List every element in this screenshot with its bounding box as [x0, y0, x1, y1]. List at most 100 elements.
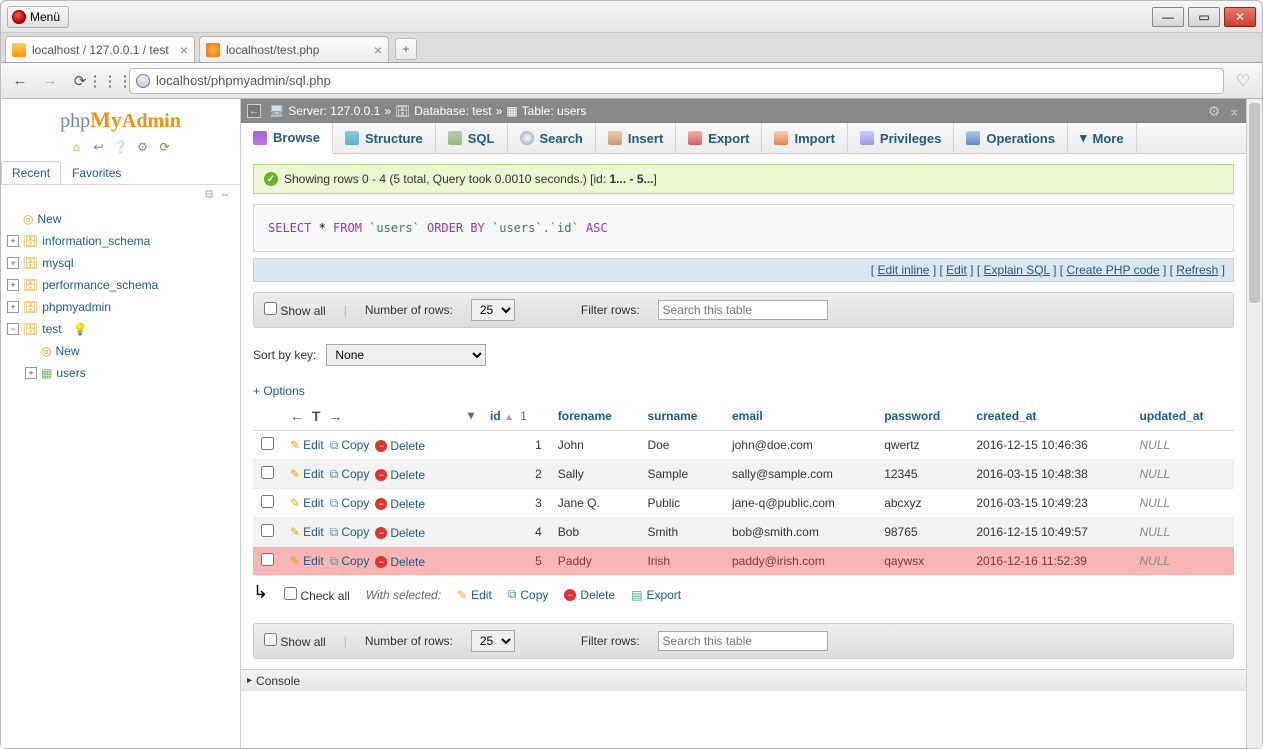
show-all-checkbox[interactable]: Show all: [264, 633, 326, 649]
row-delete-button[interactable]: −Delete: [375, 526, 425, 540]
sort-indicator-icon[interactable]: ▾: [468, 408, 474, 422]
expand-icon[interactable]: +: [7, 301, 19, 313]
expand-icon[interactable]: +: [7, 235, 19, 247]
tab-search[interactable]: Search: [508, 123, 596, 153]
tree-db-item[interactable]: +🗄information_schema: [7, 230, 232, 252]
table-row[interactable]: ✎Edit⧉Copy−Delete5PaddyIrishpaddy@irish.…: [253, 547, 1234, 576]
console-toggle-icon[interactable]: ▸: [247, 675, 252, 686]
tab-sql[interactable]: SQL: [436, 123, 508, 153]
nrows-select[interactable]: 25: [471, 299, 515, 321]
breadcrumb-server[interactable]: Server: 127.0.0.1: [288, 104, 380, 118]
sidebar-tab-recent[interactable]: Recent: [1, 161, 61, 184]
tab-browse[interactable]: Browse: [241, 123, 333, 154]
nrows-select[interactable]: 25: [471, 630, 515, 652]
link-edit[interactable]: Edit: [946, 263, 967, 277]
scrollbar-thumb[interactable]: [1249, 103, 1260, 303]
tab-close-icon[interactable]: ×: [374, 42, 382, 58]
tree-db-item[interactable]: +🗄phpmyadmin: [7, 296, 232, 318]
row-copy-button[interactable]: ⧉Copy: [330, 467, 370, 482]
col-id[interactable]: id▲ 1: [482, 402, 550, 431]
browser-tab[interactable]: localhost/test.php ×: [199, 36, 389, 62]
page-settings-icon[interactable]: ⚙: [1208, 103, 1221, 120]
row-edit-button[interactable]: ✎Edit: [290, 496, 324, 510]
table-row[interactable]: ✎Edit⧉Copy−Delete3Jane Q.Publicjane-q@pu…: [253, 489, 1234, 518]
forward-button[interactable]: →: [39, 70, 61, 92]
link-explain-sql[interactable]: Explain SQL: [984, 263, 1050, 277]
new-tab-button[interactable]: +: [395, 38, 417, 60]
expand-icon[interactable]: +: [25, 367, 37, 379]
bulk-copy-button[interactable]: ⧉Copy: [508, 587, 549, 602]
vertical-scrollbar[interactable]: [1246, 99, 1262, 748]
table-row[interactable]: ✎Edit⧉Copy−Delete4BobSmithbob@smith.com9…: [253, 518, 1234, 547]
address-bar[interactable]: [129, 68, 1224, 94]
tab-operations[interactable]: Operations: [954, 123, 1068, 153]
row-action-tools[interactable]: ← T →: [290, 408, 344, 424]
filter-input[interactable]: [658, 300, 828, 320]
window-maximize-button[interactable]: ▭: [1188, 7, 1220, 27]
row-edit-button[interactable]: ✎Edit: [290, 438, 324, 452]
row-delete-button[interactable]: −Delete: [375, 468, 425, 482]
back-button[interactable]: ←: [9, 70, 31, 92]
tab-export[interactable]: Export: [676, 123, 762, 153]
bulk-edit-button[interactable]: ✎Edit: [457, 588, 492, 602]
tab-privileges[interactable]: Privileges: [848, 123, 954, 153]
col-forename[interactable]: forename: [550, 402, 640, 431]
link-edit-inline[interactable]: Edit inline: [877, 263, 929, 277]
row-delete-button[interactable]: −Delete: [375, 555, 425, 569]
bulk-export-button[interactable]: ▤Export: [631, 588, 681, 602]
logout-icon[interactable]: ↩: [91, 139, 107, 155]
row-copy-button[interactable]: ⧉Copy: [330, 554, 370, 569]
breadcrumb-table[interactable]: Table: users: [522, 104, 587, 118]
home-icon[interactable]: ⌂: [69, 139, 85, 155]
nav-tools[interactable]: ⊟ ⇔: [1, 185, 240, 204]
window-minimize-button[interactable]: —: [1152, 7, 1184, 27]
bulk-delete-button[interactable]: −Delete: [564, 588, 615, 602]
link-refresh[interactable]: Refresh: [1176, 263, 1218, 277]
row-edit-button[interactable]: ✎Edit: [290, 554, 324, 568]
tree-db-item[interactable]: +🗄performance_schema: [7, 274, 232, 296]
table-row[interactable]: ✎Edit⧉Copy−Delete1JohnDoejohn@doe.comqwe…: [253, 431, 1234, 460]
tab-insert[interactable]: Insert: [596, 123, 676, 153]
settings-icon[interactable]: ⚙: [135, 139, 151, 155]
tab-structure[interactable]: Structure: [333, 123, 436, 153]
row-copy-button[interactable]: ⧉Copy: [330, 438, 370, 453]
row-copy-button[interactable]: ⧉Copy: [330, 525, 370, 540]
show-all-checkbox[interactable]: Show all: [264, 302, 326, 318]
browser-tab[interactable]: localhost / 127.0.0.1 / test ×: [5, 36, 195, 62]
collapse-top-icon[interactable]: ⌅: [1228, 103, 1240, 120]
row-delete-button[interactable]: −Delete: [375, 497, 425, 511]
console-bar[interactable]: ▸ Console: [241, 669, 1246, 691]
nav-collapse-button[interactable]: ←: [247, 104, 261, 118]
row-checkbox[interactable]: [261, 524, 274, 537]
sidebar-tab-favorites[interactable]: Favorites: [61, 161, 132, 184]
tree-new-table[interactable]: ◎New: [7, 340, 232, 362]
tree-db-item[interactable]: +🗄mysql: [7, 252, 232, 274]
tab-more[interactable]: ▾More: [1068, 123, 1137, 153]
tree-new-db[interactable]: ◎New: [7, 208, 232, 230]
tree-db-item[interactable]: −🗄test 💡: [7, 318, 232, 340]
row-checkbox[interactable]: [261, 553, 274, 566]
row-checkbox[interactable]: [261, 495, 274, 508]
check-all-checkbox[interactable]: Check all: [284, 587, 350, 603]
col-created-at[interactable]: created_at: [968, 402, 1131, 431]
breadcrumb-database[interactable]: Database: test: [414, 104, 491, 118]
speed-dial-button[interactable]: ⋮⋮⋮: [99, 70, 121, 92]
options-toggle[interactable]: + Options: [253, 384, 1234, 398]
row-edit-button[interactable]: ✎Edit: [290, 467, 324, 481]
window-close-button[interactable]: ✕: [1224, 7, 1256, 27]
bookmark-heart-button[interactable]: ♡: [1232, 70, 1254, 92]
col-password[interactable]: password: [876, 402, 968, 431]
link-create-php[interactable]: Create PHP code: [1066, 263, 1159, 277]
collapse-icon[interactable]: −: [7, 323, 19, 335]
tree-table-item[interactable]: +▦users: [7, 362, 232, 384]
col-email[interactable]: email: [724, 402, 876, 431]
row-copy-button[interactable]: ⧉Copy: [330, 496, 370, 511]
expand-icon[interactable]: +: [7, 279, 19, 291]
expand-icon[interactable]: +: [7, 257, 19, 269]
sortkey-select[interactable]: None: [326, 344, 486, 366]
address-input[interactable]: [156, 73, 1217, 88]
tab-import[interactable]: Import: [762, 123, 847, 153]
docs-icon[interactable]: ❔: [113, 139, 129, 155]
row-delete-button[interactable]: −Delete: [375, 439, 425, 453]
col-surname[interactable]: surname: [639, 402, 724, 431]
